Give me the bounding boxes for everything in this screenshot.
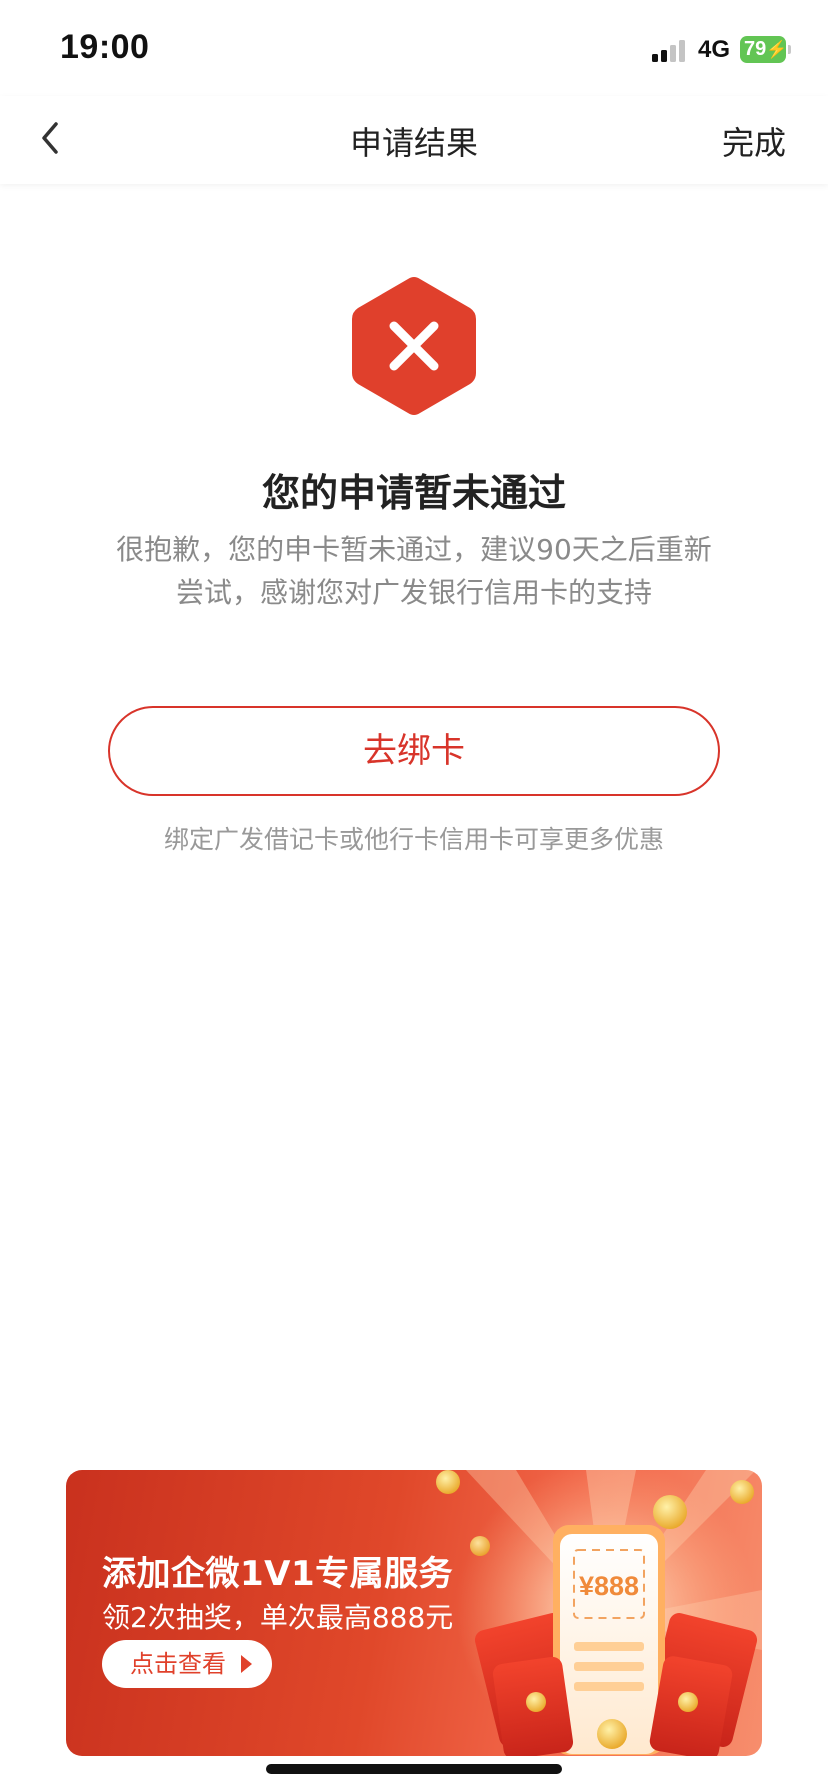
battery-level: 79 <box>744 38 767 60</box>
home-indicator[interactable] <box>266 1764 562 1774</box>
battery-tip <box>788 45 791 54</box>
battery-icon: 79⚡ <box>740 36 788 63</box>
banner-subtitle: 领2次抽奖，单次最高888元 <box>102 1601 454 1634</box>
nav-bar: 申请结果 完成 <box>0 96 828 184</box>
status-time: 19:00 <box>60 28 150 66</box>
view-details-button[interactable]: 点击查看 <box>102 1640 272 1688</box>
result-description-line: 尝试，感谢您对广发银行信用卡的支持 <box>175 576 652 609</box>
charging-icon: ⚡ <box>766 40 788 59</box>
result-title: 您的申请暂未通过 <box>261 471 566 515</box>
banner-title: 添加企微1V1专属服务 <box>102 1554 454 1594</box>
result-description-line: 很抱歉，您的申卡暂未通过，建议90天之后重新 <box>116 533 712 566</box>
result-description: 很抱歉，您的申卡暂未通过，建议90天之后重新 尝试，感谢您对广发银行信用卡的支持 <box>90 528 738 614</box>
play-arrow-icon <box>241 1655 252 1673</box>
done-button[interactable]: 完成 <box>722 118 786 164</box>
page-title: 申请结果 <box>349 124 478 162</box>
error-icon <box>350 275 478 417</box>
bind-card-button[interactable]: 去绑卡 <box>108 706 720 796</box>
network-type: 4G <box>698 36 731 63</box>
banner-amount: ¥888 <box>579 1571 639 1601</box>
view-details-label: 点击查看 <box>130 1650 226 1678</box>
status-bar: 19:00 4G 79⚡ <box>0 0 828 96</box>
promo-banner[interactable]: ¥888 添加企微1V1专属服务 领2次抽奖，单次最高888元 点击查看 <box>66 1470 762 1756</box>
cellular-signal-icon <box>652 38 690 62</box>
bind-card-hint: 绑定广发借记卡或他行卡信用卡可享更多优惠 <box>163 825 664 854</box>
